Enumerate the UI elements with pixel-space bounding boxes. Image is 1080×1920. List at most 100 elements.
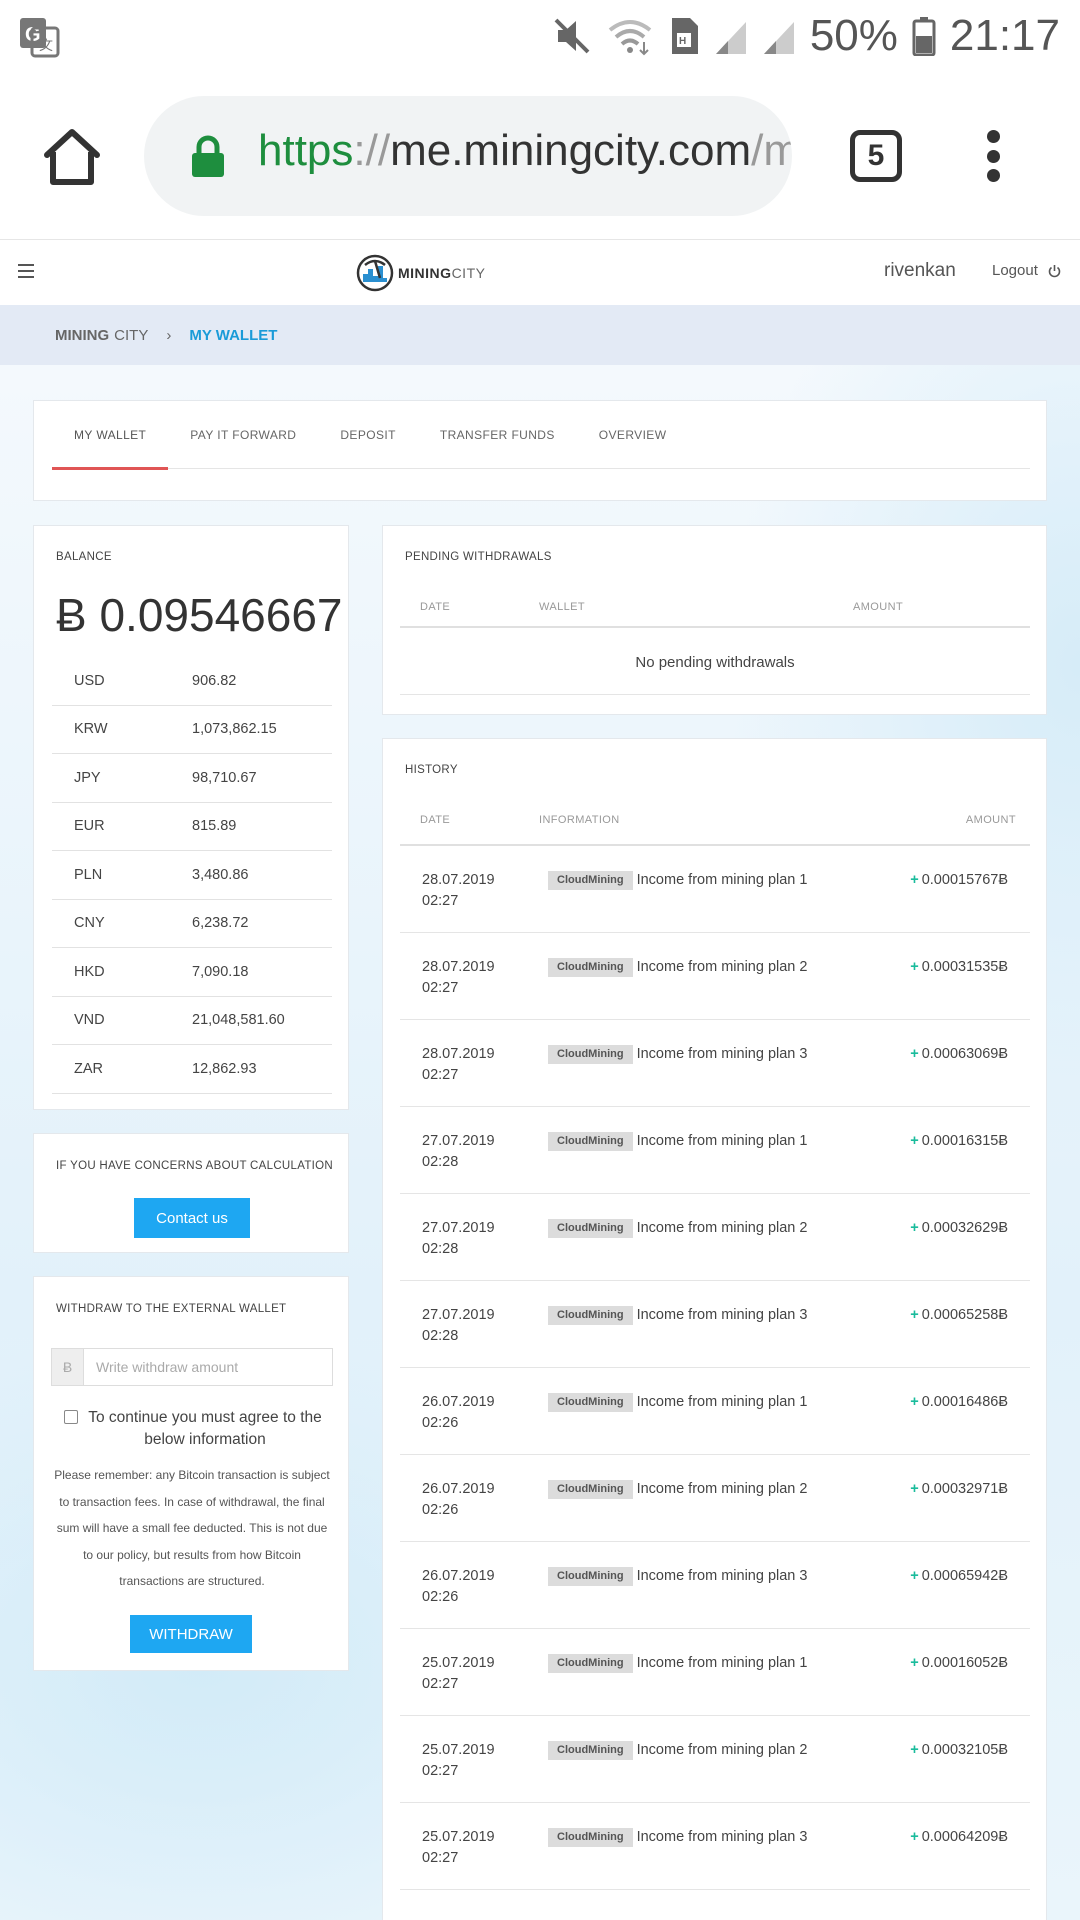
pending-col-amount: AMOUNT [853, 601, 904, 613]
history-amount: +0.00016052Ƀ [910, 1655, 1008, 1671]
history-row: 26.07.2019 02:26 CloudMining Income from mi… [400, 1455, 1030, 1542]
currency-row: KRW 1,073,862.15 [52, 706, 332, 754]
history-date: 25.07.2019 02:27 [422, 1655, 495, 1692]
mining-city-logo-icon [356, 254, 394, 292]
cloudmining-badge: CloudMining [548, 1045, 633, 1064]
username-label[interactable]: rivenkan [884, 260, 956, 282]
currency-table: USD 906.82 KRW 1,073,862.15 JPY 98,710.67 E… [52, 657, 332, 1094]
fee-notice: Please remember: any Bitcoin transaction… [54, 1468, 330, 1588]
breadcrumb-root[interactable]: MINING CITY [55, 327, 148, 344]
history-row: 28.07.2019 02:27 CloudMining Income from mi… [400, 846, 1030, 933]
history-date: 27.07.2019 02:28 [422, 1133, 495, 1170]
url-bar[interactable]: https://me.miningcity.com/my [144, 96, 792, 216]
withdraw-amount-input[interactable] [84, 1349, 332, 1385]
history-info: CloudMining Income from mining plan 1 [548, 1653, 828, 1674]
cloudmining-badge: CloudMining [548, 1393, 633, 1412]
cloudmining-badge: CloudMining [548, 1828, 633, 1847]
agree-section: To continue you must agree to the below … [56, 1407, 328, 1451]
logout-button[interactable]: Logout [992, 262, 1061, 279]
site-logo[interactable]: MININGCITY [356, 254, 485, 292]
withdraw-amount-group: Ƀ [51, 1348, 333, 1386]
btc-addon: Ƀ [52, 1349, 84, 1385]
withdraw-button[interactable]: WITHDRAW [130, 1615, 252, 1653]
tab-transfer-funds[interactable]: TRANSFER FUNDS [418, 401, 577, 468]
battery-percent: 50% [809, 11, 898, 60]
history-row: 27.07.2019 02:28 CloudMining Income from mi… [400, 1281, 1030, 1368]
history-row: 26.07.2019 02:26 CloudMining Income from mi… [400, 1542, 1030, 1629]
wifi-icon [608, 20, 652, 56]
home-icon [44, 129, 100, 185]
history-amount: +0.00032629Ƀ [910, 1220, 1008, 1236]
cloudmining-badge: CloudMining [548, 1132, 633, 1151]
history-row: 27.07.2019 02:28 CloudMining Income from mi… [400, 1107, 1030, 1194]
history-date: 25.07.2019 02:27 [422, 1742, 495, 1779]
wallet-tabs: MY WALLET PAY IT FORWARD DEPOSIT TRANSFE… [52, 401, 1030, 470]
breadcrumb-separator: › [166, 326, 172, 344]
history-row: 28.07.2019 02:27 CloudMining Income from mi… [400, 933, 1030, 1020]
home-button[interactable] [42, 128, 102, 186]
tab-switcher-button[interactable]: 5 [850, 130, 902, 182]
svg-text:H: H [679, 36, 686, 47]
history-col-date: DATE [420, 814, 451, 826]
concerns-card: IF YOU HAVE CONCERNS ABOUT CALCULATION C… [33, 1133, 349, 1253]
agree-checkbox[interactable] [64, 1410, 78, 1424]
cloudmining-badge: CloudMining [548, 1741, 633, 1760]
tab-overview[interactable]: OVERVIEW [577, 401, 689, 468]
history-date: 27.07.2019 02:28 [422, 1220, 495, 1257]
cloudmining-badge: CloudMining [548, 958, 633, 977]
cloudmining-badge: CloudMining [548, 1567, 633, 1586]
history-row: 25.07.2019 02:27 CloudMining Income from mi… [400, 1629, 1030, 1716]
currency-row: JPY 98,710.67 [52, 754, 332, 803]
pending-col-date: DATE [420, 601, 451, 613]
history-amount: +0.00065942Ƀ [910, 1568, 1008, 1584]
cloudmining-badge: CloudMining [548, 871, 633, 890]
tab-my-wallet[interactable]: MY WALLET [52, 401, 169, 470]
plus-icon: + [910, 1568, 919, 1584]
signal-2-icon [763, 22, 794, 54]
wallet-tabs-card: MY WALLET PAY IT FORWARD DEPOSIT TRANSFE… [33, 400, 1047, 501]
agree-label[interactable]: To continue you must agree to the below … [56, 1407, 328, 1451]
breadcrumb: MINING CITY › MY WALLET [0, 305, 1080, 365]
history-date: 28.07.2019 02:27 [422, 1046, 495, 1083]
hamburger-menu-icon[interactable] [18, 264, 34, 278]
history-info: CloudMining Income from mining plan 2 [548, 1740, 828, 1761]
currency-row: HKD 7,090.18 [52, 948, 332, 997]
plus-icon: + [910, 1220, 919, 1236]
history-date: 28.07.2019 02:27 [422, 959, 495, 996]
currency-row: USD 906.82 [52, 657, 332, 706]
plus-icon: + [910, 1046, 919, 1062]
history-date: 26.07.2019 02:26 [422, 1481, 495, 1518]
tab-deposit[interactable]: DEPOSIT [318, 401, 417, 468]
withdraw-card: WITHDRAW TO THE EXTERNAL WALLET Ƀ To con… [33, 1276, 349, 1671]
currency-row: VND 21,048,581.60 [52, 997, 332, 1045]
cloudmining-badge: CloudMining [548, 1219, 633, 1238]
history-date: 25.07.2019 02:27 [422, 1829, 495, 1866]
history-info: CloudMining Income from mining plan 2 [548, 1479, 828, 1500]
plus-icon: + [910, 1655, 919, 1671]
currency-row: EUR 815.89 [52, 803, 332, 851]
tab-pay-it-forward[interactable]: PAY IT FORWARD [168, 401, 318, 468]
translate-icon: G 文 [18, 16, 60, 58]
history-card: HISTORY DATE INFORMATION AMOUNT 28.07.20… [382, 738, 1047, 1920]
plus-icon: + [910, 1829, 919, 1845]
history-amount: +0.00032105Ƀ [910, 1742, 1008, 1758]
cloudmining-badge: CloudMining [548, 1306, 633, 1325]
pending-col-wallet: WALLET [539, 601, 586, 613]
currency-row: CNY 6,238.72 [52, 900, 332, 948]
clock: 21:17 [949, 11, 1060, 60]
history-date: 28.07.2019 02:27 [422, 872, 495, 909]
contact-us-button[interactable]: Contact us [134, 1198, 250, 1238]
history-row: 25.07.2019 02:27 CloudMining Income from mi… [400, 1803, 1030, 1890]
plus-icon: + [910, 1742, 919, 1758]
history-amount: +0.00032971Ƀ [910, 1481, 1008, 1497]
history-amount: +0.00031535Ƀ [910, 959, 1008, 975]
history-list: 28.07.2019 02:27 CloudMining Income from mi… [400, 846, 1030, 1890]
history-amount: +0.00016486Ƀ [910, 1394, 1008, 1410]
browser-menu-icon[interactable] [986, 130, 1000, 182]
browser-toolbar: https://me.miningcity.com/my 5 [0, 72, 1080, 240]
pending-title: PENDING WITHDRAWALS [405, 551, 552, 563]
history-info: CloudMining Income from mining plan 1 [548, 1392, 828, 1413]
url-text: https://me.miningcity.com/my [258, 126, 792, 175]
history-info: CloudMining Income from mining plan 3 [548, 1827, 828, 1848]
history-date: 26.07.2019 02:26 [422, 1394, 495, 1431]
